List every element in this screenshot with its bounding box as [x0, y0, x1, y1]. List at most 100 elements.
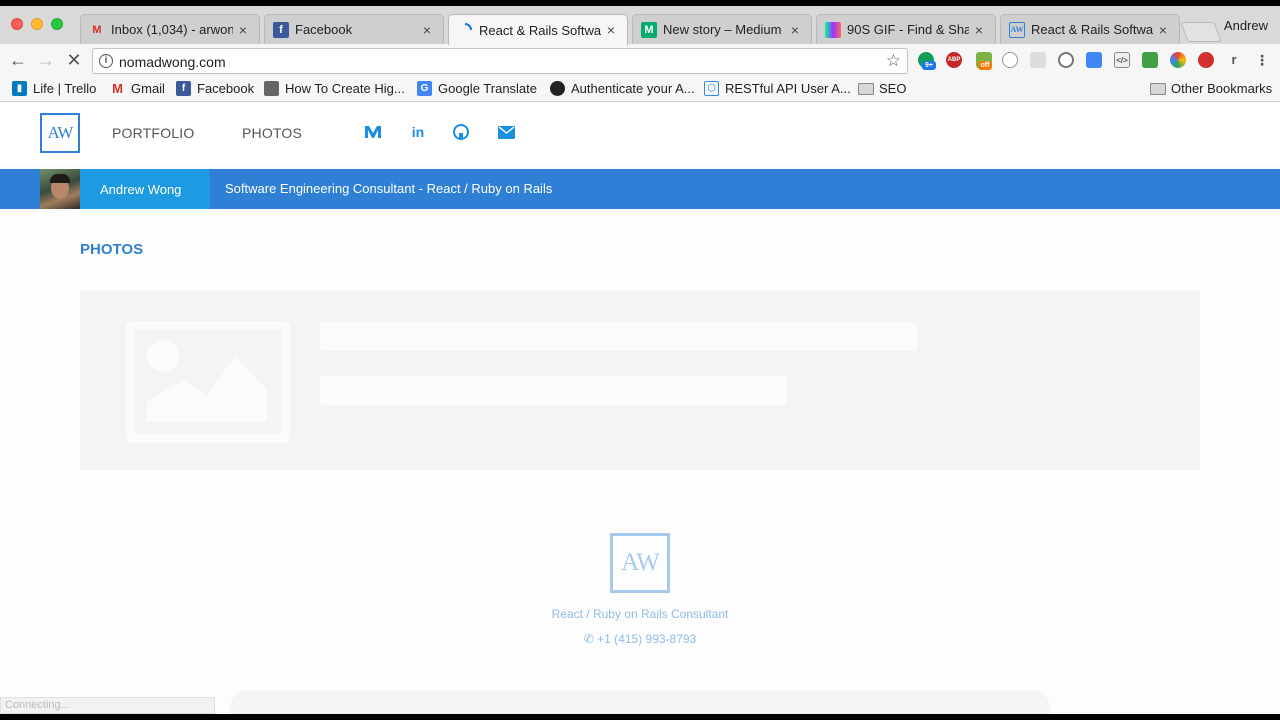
info-icon[interactable]: i — [99, 54, 113, 68]
extension-icon[interactable] — [1002, 52, 1018, 68]
github-icon[interactable] — [452, 123, 470, 141]
tab-title: React & Rails Software — [1031, 22, 1153, 37]
url-text[interactable]: nomadwong.com — [119, 54, 226, 70]
folder-icon — [858, 82, 874, 95]
forward-button[interactable]: → — [36, 51, 56, 71]
facebook-icon: f — [176, 81, 191, 96]
tab-close-icon[interactable]: × — [789, 22, 801, 38]
bookmark-label: Facebook — [197, 81, 255, 96]
tab-title: 90S GIF - Find & Share — [847, 22, 969, 37]
other-bookmarks-label: Other Bookmarks — [1171, 81, 1273, 96]
bookmark-restful-api[interactable]: ⬡ RESTful API User A... — [704, 81, 851, 96]
extension-icon[interactable] — [1030, 52, 1046, 68]
loading-placeholder-card — [80, 291, 1200, 470]
code-icon[interactable]: </> — [1114, 52, 1130, 68]
translate-icon: G — [417, 81, 432, 96]
back-button[interactable]: ← — [8, 51, 28, 71]
bookmark-google-translate[interactable]: G Google Translate — [417, 81, 537, 96]
tab-title: Inbox (1,034) - arwong — [111, 22, 233, 37]
loading-spinner-icon — [457, 22, 473, 38]
profile-tagline: Software Engineering Consultant - React … — [225, 181, 553, 196]
tab-title: New story – Medium — [663, 22, 782, 37]
adblock-icon[interactable]: ABP — [946, 52, 962, 68]
cube-icon: ⬡ — [704, 81, 719, 96]
bookmark-label: SEO — [879, 81, 907, 96]
tab-close-icon[interactable]: × — [973, 22, 985, 38]
tab-facebook[interactable]: f Facebook × — [264, 14, 444, 44]
profile-name: Andrew Wong — [80, 169, 210, 209]
minimize-window-button[interactable] — [31, 18, 43, 30]
image-placeholder-icon — [126, 321, 290, 443]
bookmark-star-icon[interactable]: ☆ — [886, 51, 901, 71]
text-placeholder-line — [320, 322, 917, 351]
fullscreen-window-button[interactable] — [51, 18, 63, 30]
profile-button[interactable]: Andrew — [1224, 18, 1268, 33]
folder-icon — [1150, 82, 1166, 95]
avatar — [40, 169, 80, 209]
tab-title: Facebook — [295, 22, 353, 37]
new-tab-button[interactable] — [1180, 22, 1222, 42]
extension-r-icon[interactable]: r — [1226, 52, 1242, 68]
bookmark-label: Authenticate your A... — [571, 81, 695, 96]
profile-banner: Andrew Wong Software Engineering Consult… — [0, 169, 1280, 209]
bookmark-how-to-create[interactable]: How To Create Hig... — [264, 81, 405, 96]
page-content: AW PORTFOLIO PHOTOS in Andrew Wong Softw… — [0, 103, 1280, 714]
extension-icon[interactable] — [1058, 52, 1074, 68]
tab-close-icon[interactable]: × — [237, 22, 249, 38]
nav-photos[interactable]: PHOTOS — [242, 125, 302, 141]
extension-badge: off — [978, 61, 992, 70]
tab-close-icon[interactable]: × — [421, 22, 433, 38]
browser-toolbar: ← → ✕ i nomadwong.com ☆ 9+ ABP off </> r… — [0, 44, 1280, 78]
nav-portfolio[interactable]: PORTFOLIO — [112, 125, 194, 141]
color-picker-icon[interactable] — [1170, 52, 1186, 68]
footer-subtitle: React / Ruby on Rails Consultant — [551, 607, 729, 621]
bookmark-folder-seo[interactable]: SEO — [858, 81, 906, 96]
tab-react-rails-active[interactable]: React & Rails Software × — [448, 14, 628, 45]
tab-react-rails[interactable]: AW React & Rails Software × — [1000, 14, 1180, 44]
record-icon[interactable] — [1198, 52, 1214, 68]
phone-icon: ✆ — [583, 632, 594, 646]
bookmark-facebook[interactable]: f Facebook — [176, 81, 254, 96]
bookmark-trello[interactable]: ▮ Life | Trello — [12, 81, 96, 96]
footer-phone[interactable]: ✆ +1 (415) 993-8793 — [0, 632, 1280, 646]
extension-icon[interactable] — [1086, 52, 1102, 68]
bookmark-gmail[interactable]: M Gmail — [110, 81, 165, 96]
extension-icon[interactable] — [1142, 52, 1158, 68]
email-icon[interactable] — [497, 123, 515, 141]
facebook-icon: f — [273, 21, 289, 38]
medium-icon[interactable] — [364, 123, 382, 141]
address-bar[interactable]: i nomadwong.com ☆ — [92, 48, 908, 74]
loading-overlay — [230, 690, 1050, 714]
footer-logo[interactable]: AW — [610, 533, 670, 593]
linkedin-icon[interactable]: in — [409, 123, 427, 141]
bookmark-label: How To Create Hig... — [285, 81, 405, 96]
tab-strip: M Inbox (1,034) - arwong × f Facebook × … — [0, 6, 1280, 45]
site-header: AW PORTFOLIO PHOTOS in — [0, 103, 1280, 163]
giphy-icon — [825, 21, 841, 38]
bookmark-label: Life | Trello — [33, 81, 97, 96]
status-bar: Connecting... — [0, 697, 215, 714]
gmail-icon: M — [112, 81, 123, 96]
image-icon — [264, 81, 279, 96]
aw-logo-icon: AW — [1009, 21, 1025, 38]
tab-medium[interactable]: M New story – Medium × — [632, 14, 812, 44]
trello-icon: ▮ — [12, 81, 27, 96]
phone-number[interactable]: +1 (415) 993-8793 — [597, 632, 696, 646]
site-logo[interactable]: AW — [40, 113, 80, 153]
other-bookmarks-folder[interactable]: Other Bookmarks — [1150, 81, 1272, 96]
bookmarks-bar: ▮ Life | Trello M Gmail f Facebook How T… — [0, 78, 1280, 102]
bookmark-authenticate[interactable]: Authenticate your A... — [550, 81, 695, 96]
tab-gmail[interactable]: M Inbox (1,034) - arwong × — [80, 14, 260, 44]
bookmark-label: Google Translate — [438, 81, 538, 96]
tab-giphy[interactable]: 90S GIF - Find & Share × — [816, 14, 996, 44]
tab-close-icon[interactable]: × — [1157, 22, 1169, 38]
stop-loading-button[interactable]: ✕ — [64, 51, 84, 71]
menu-icon[interactable]: ⋮ — [1254, 52, 1270, 68]
browser-window: M Inbox (1,034) - arwong × f Facebook × … — [0, 6, 1280, 714]
bookmark-label: RESTful API User A... — [725, 81, 851, 96]
github-icon — [550, 81, 565, 96]
avatar-hair — [50, 174, 70, 183]
gmail-icon: M — [92, 23, 102, 36]
close-window-button[interactable] — [11, 18, 23, 30]
tab-close-icon[interactable]: × — [605, 22, 617, 38]
